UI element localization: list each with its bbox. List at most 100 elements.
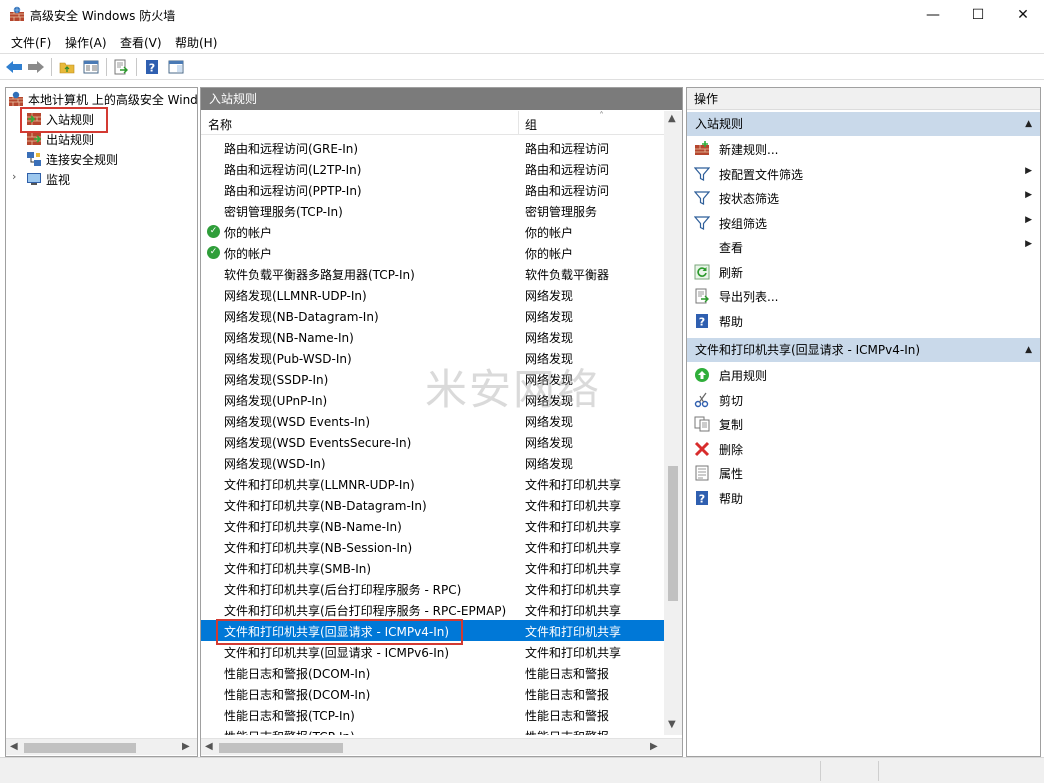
column-header-group[interactable]: 组 — [525, 116, 537, 133]
table-row[interactable]: 路由和远程访问(PPTP-In) 路由和远程访问 — [201, 179, 664, 200]
table-row[interactable]: 文件和打印机共享(NB-Datagram-In) 文件和打印机共享 — [201, 494, 664, 515]
table-row[interactable]: 性能日志和警报(TCP-In) 性能日志和警报 — [201, 725, 664, 735]
outbound-rules-icon — [26, 131, 42, 147]
tree-item-monitoring[interactable]: 监视 — [26, 169, 70, 189]
action-label: 按配置文件筛选 — [719, 167, 804, 182]
table-row[interactable]: 网络发现(Pub-WSD-In) 网络发现 — [201, 347, 664, 368]
svg-text:?: ? — [699, 315, 705, 328]
sort-ascending-icon: ˄ — [599, 111, 604, 122]
action-item[interactable]: 新建规则... — [687, 137, 1040, 161]
menu-file[interactable]: 文件(F) — [11, 34, 51, 51]
table-row[interactable]: 文件和打印机共享(NB-Name-In) 文件和打印机共享 — [201, 515, 664, 536]
action-item[interactable]: 按配置文件筛选 ▶ — [687, 162, 1040, 186]
rule-group-cell: 软件负载平衡器 — [525, 268, 610, 282]
scroll-down-icon[interactable]: ▼ — [668, 719, 676, 730]
rule-group-cell: 性能日志和警报 — [525, 688, 610, 702]
export-list-icon[interactable] — [111, 57, 131, 77]
action-item[interactable]: 启用规则 — [687, 363, 1040, 387]
tree-horizontal-scrollbar[interactable]: ◀ ▶ — [6, 738, 197, 755]
table-row[interactable]: 网络发现(NB-Datagram-In) 网络发现 — [201, 305, 664, 326]
show-hide-console-tree-icon[interactable] — [81, 57, 101, 77]
scroll-up-icon[interactable]: ▲ — [668, 113, 676, 124]
action-item[interactable]: ? 帮助 — [687, 309, 1040, 333]
action-item[interactable]: 导出列表... — [687, 284, 1040, 308]
table-row[interactable]: 网络发现(LLMNR-UDP-In) 网络发现 — [201, 284, 664, 305]
action-label: 帮助 — [719, 314, 744, 329]
action-item[interactable]: 查看 ▶ — [687, 235, 1040, 259]
action-item[interactable]: 剪切 — [687, 388, 1040, 412]
column-divider[interactable] — [518, 111, 519, 135]
table-row[interactable]: ✓ 你的帐户 你的帐户 — [201, 221, 664, 242]
scroll-left-icon[interactable]: ◀ — [10, 741, 18, 752]
close-button[interactable]: ✕ — [1000, 0, 1044, 30]
scroll-right-icon[interactable]: ▶ — [182, 741, 190, 752]
table-row[interactable]: 网络发现(SSDP-In) 网络发现 — [201, 368, 664, 389]
scrollbar-thumb[interactable] — [24, 743, 136, 753]
action-item[interactable]: 复制 — [687, 412, 1040, 436]
table-row[interactable]: 网络发现(NB-Name-In) 网络发现 — [201, 326, 664, 347]
table-row[interactable]: 性能日志和警报(DCOM-In) 性能日志和警报 — [201, 662, 664, 683]
scrollbar-thumb[interactable] — [219, 743, 343, 753]
rule-name-cell: 网络发现(WSD-In) — [224, 457, 326, 471]
tree-item-connection-security-rules[interactable]: 连接安全规则 — [26, 149, 118, 169]
rule-name-cell: 密钥管理服务(TCP-In) — [224, 205, 343, 219]
help-icon[interactable]: ? — [142, 57, 162, 77]
action-label: 按状态筛选 — [719, 192, 780, 206]
menu-help[interactable]: 帮助(H) — [175, 34, 217, 51]
scroll-right-icon[interactable]: ▶ — [650, 741, 658, 752]
enabled-check-icon: ✓ — [207, 246, 220, 259]
rule-name-cell: 路由和远程访问(PPTP-In) — [224, 184, 362, 198]
up-folder-icon[interactable] — [57, 57, 77, 77]
column-header-row: 名称 组 ˄ — [201, 111, 664, 135]
action-label: 属性 — [719, 467, 744, 481]
export-list-icon — [694, 288, 710, 304]
delete-icon — [694, 441, 710, 457]
rule-name-cell: 文件和打印机共享(回显请求 - ICMPv6-In) — [224, 646, 450, 660]
table-row[interactable]: ✓ 你的帐户 你的帐户 — [201, 242, 664, 263]
table-row[interactable]: 文件和打印机共享(LLMNR-UDP-In) 文件和打印机共享 — [201, 473, 664, 494]
action-item[interactable]: 刷新 — [687, 260, 1040, 284]
table-row[interactable]: 文件和打印机共享(后台打印程序服务 - RPC) 文件和打印机共享 — [201, 578, 664, 599]
table-row[interactable]: 网络发现(WSD EventsSecure-In) 网络发现 — [201, 431, 664, 452]
action-item[interactable]: 属性 — [687, 461, 1040, 485]
table-row[interactable]: 性能日志和警报(TCP-In) 性能日志和警报 — [201, 704, 664, 725]
table-row[interactable]: 密钥管理服务(TCP-In) 密钥管理服务 — [201, 200, 664, 221]
maximize-button[interactable]: ☐ — [955, 0, 1001, 30]
section-header-inbound-rules[interactable]: 入站规则 ▲ — [687, 112, 1040, 136]
collapse-icon[interactable]: ▲ — [1025, 338, 1032, 362]
show-hide-action-pane-icon[interactable] — [166, 57, 186, 77]
list-horizontal-scrollbar[interactable]: ◀ ▶ — [201, 738, 682, 755]
action-item[interactable]: ? 帮助 — [687, 486, 1040, 510]
chevron-right-icon[interactable]: › — [12, 170, 16, 183]
menu-action[interactable]: 操作(A) — [65, 34, 107, 51]
column-header-name[interactable]: 名称 — [208, 116, 232, 133]
table-row[interactable]: 网络发现(WSD Events-In) 网络发现 — [201, 410, 664, 431]
tree-root[interactable]: 本地计算机 上的高级安全 Windows 防火墙 — [8, 89, 197, 109]
action-item[interactable]: 按组筛选 ▶ — [687, 211, 1040, 235]
table-row[interactable]: 文件和打印机共享(后台打印程序服务 - RPC-EPMAP) 文件和打印机共享 — [201, 599, 664, 620]
forward-arrow-icon[interactable] — [26, 57, 46, 77]
table-row[interactable]: 网络发现(UPnP-In) 网络发现 — [201, 389, 664, 410]
table-row[interactable]: 文件和打印机共享(SMB-In) 文件和打印机共享 — [201, 557, 664, 578]
action-label: 按组筛选 — [719, 216, 768, 231]
table-row[interactable]: 路由和远程访问(GRE-In) 路由和远程访问 — [201, 137, 664, 158]
back-arrow-icon[interactable] — [4, 57, 24, 77]
rule-name-cell: 文件和打印机共享(NB-Datagram-In) — [224, 499, 427, 513]
table-row[interactable]: 网络发现(WSD-In) 网络发现 — [201, 452, 664, 473]
table-row[interactable]: 路由和远程访问(L2TP-In) 路由和远程访问 — [201, 158, 664, 179]
scroll-left-icon[interactable]: ◀ — [205, 741, 213, 752]
list-vertical-scrollbar[interactable]: ▲ ▼ — [664, 111, 682, 735]
rule-name-cell: 网络发现(NB-Name-In) — [224, 331, 354, 345]
minimize-button[interactable]: — — [910, 0, 956, 30]
table-row[interactable]: 文件和打印机共享(NB-Session-In) 文件和打印机共享 — [201, 536, 664, 557]
collapse-icon[interactable]: ▲ — [1025, 112, 1032, 136]
table-row[interactable]: 软件负载平衡器多路复用器(TCP-In) 软件负载平衡器 — [201, 263, 664, 284]
firewall-app-icon — [9, 6, 25, 22]
toolbar-separator — [106, 58, 107, 76]
scrollbar-thumb[interactable] — [668, 466, 678, 601]
menu-view[interactable]: 查看(V) — [120, 34, 162, 51]
action-item[interactable]: 删除 — [687, 437, 1040, 461]
table-row[interactable]: 性能日志和警报(DCOM-In) 性能日志和警报 — [201, 683, 664, 704]
section-header-selected-rule[interactable]: 文件和打印机共享(回显请求 - ICMPv4-In) ▲ — [687, 338, 1040, 362]
action-item[interactable]: 按状态筛选 ▶ — [687, 186, 1040, 210]
